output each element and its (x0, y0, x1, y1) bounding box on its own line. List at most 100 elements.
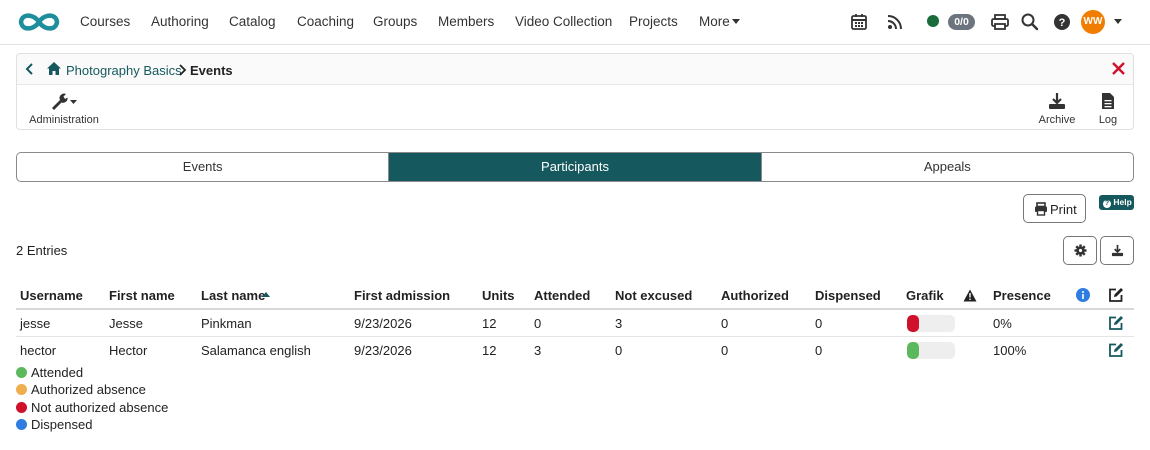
column-header-dispensed[interactable]: Dispensed (815, 288, 881, 303)
cell-attended: 3 (534, 343, 542, 358)
cell-not-excused: 0 (615, 343, 623, 358)
column-header-grafik[interactable]: Grafik (906, 288, 944, 303)
calendar-icon[interactable] (849, 12, 869, 32)
help-circle-icon: ? (1103, 200, 1111, 208)
back-chevron-icon[interactable] (23, 62, 37, 76)
search-icon[interactable] (1020, 12, 1040, 32)
gear-icon (1074, 244, 1087, 257)
column-header-attended[interactable]: Attended (534, 288, 590, 303)
nav-projects[interactable]: Projects (629, 14, 678, 29)
top-navigation: Courses Authoring Catalog Coaching Group… (0, 0, 1150, 45)
sort-ascending-icon[interactable] (262, 292, 270, 297)
breadcrumb-separator-icon (179, 64, 187, 76)
column-header-units[interactable]: Units (482, 288, 515, 303)
cell-first-name: Jesse (109, 316, 143, 331)
cell-first-admission: 9/23/2026 (354, 316, 412, 331)
info-icon[interactable] (1076, 288, 1090, 302)
legend-dot-icon (16, 367, 27, 378)
column-header-last-name[interactable]: Last name (201, 288, 265, 303)
cell-authorized: 0 (721, 316, 729, 331)
table-settings-button[interactable] (1063, 236, 1097, 265)
cell-presence: 100% (993, 343, 1027, 358)
file-icon (1102, 93, 1114, 109)
rss-icon[interactable] (885, 12, 905, 32)
table-header-divider (16, 308, 1134, 310)
archive-button[interactable]: Archive (1033, 92, 1081, 126)
cell-presence: 0% (993, 316, 1012, 331)
archive-label: Archive (1038, 114, 1076, 126)
home-icon[interactable] (46, 61, 62, 76)
legend-label: Authorized absence (31, 382, 146, 397)
cell-not-excused: 3 (615, 316, 623, 331)
breadcrumb-course-link[interactable]: Photography Basics (66, 63, 182, 78)
cell-dispensed: 0 (815, 343, 823, 358)
column-header-username[interactable]: Username (20, 288, 83, 303)
column-header-authorized[interactable]: Authorized (721, 288, 789, 303)
cell-dispensed: 0 (815, 316, 823, 331)
print-label: Print (1050, 202, 1077, 217)
administration-label: Administration (29, 114, 99, 126)
breadcrumb-current: Events (190, 63, 233, 78)
warning-icon (963, 289, 977, 302)
entries-count: 2 Entries (16, 243, 68, 258)
column-header-first-admission[interactable]: First admission (354, 288, 450, 303)
nav-groups[interactable]: Groups (373, 14, 417, 29)
nav-authoring[interactable]: Authoring (151, 14, 209, 29)
cell-attended: 0 (534, 316, 542, 331)
close-icon[interactable] (1112, 62, 1125, 75)
legend-dot-icon (16, 419, 27, 430)
presence-bar (907, 342, 955, 359)
tab-appeals[interactable]: Appeals (760, 153, 1133, 181)
legend-label: Dispensed (31, 417, 93, 432)
breadcrumb: Photography Basics Events (17, 54, 1133, 85)
row-divider (16, 336, 1134, 337)
column-header-not-excused[interactable]: Not excused (615, 288, 692, 303)
cell-first-admission: 9/23/2026 (354, 343, 412, 358)
nav-coaching[interactable]: Coaching (297, 14, 354, 29)
log-button[interactable]: Log (1093, 92, 1123, 126)
nav-more[interactable]: More (699, 14, 730, 29)
table-export-button[interactable] (1100, 236, 1134, 265)
help-button[interactable]: ? Help (1099, 195, 1134, 210)
legend-item-authorized-absence: Authorized absence (16, 382, 146, 397)
avatar[interactable]: WW (1081, 10, 1105, 34)
edit-row-icon[interactable] (1108, 315, 1124, 331)
openolat-logo-icon[interactable] (16, 10, 62, 34)
download-icon (1049, 93, 1065, 109)
legend-label: Attended (31, 365, 84, 380)
print-icon (1035, 202, 1047, 216)
tab-events[interactable]: Events (17, 153, 388, 181)
print-button[interactable]: Print (1023, 194, 1086, 223)
segment-tabs: Events Participants Appeals (16, 152, 1134, 182)
download-icon (1111, 244, 1124, 257)
presence-bar-fill (907, 342, 919, 359)
svg-text:?: ? (1059, 17, 1066, 29)
counter-badge[interactable]: 0/0 (948, 14, 975, 30)
legend-item-dispensed: Dispensed (16, 417, 92, 432)
cell-units: 12 (482, 316, 497, 331)
presence-bar-fill (907, 315, 919, 332)
nav-catalog[interactable]: Catalog (229, 14, 276, 29)
cell-units: 12 (482, 343, 497, 358)
print-icon[interactable] (990, 12, 1010, 32)
edit-row-icon[interactable] (1108, 342, 1124, 358)
nav-members[interactable]: Members (438, 14, 494, 29)
cell-username: jesse (20, 316, 51, 331)
edit-icon[interactable] (1108, 287, 1124, 303)
cell-first-name: Hector (109, 343, 148, 358)
log-label: Log (1098, 114, 1118, 126)
help-icon[interactable]: ? (1052, 12, 1072, 32)
user-menu-chevron-icon[interactable] (1114, 19, 1122, 24)
legend-dot-icon (16, 384, 27, 395)
column-header-first-name[interactable]: First name (109, 288, 175, 303)
course-toolbar: Photography Basics Events Administration… (16, 53, 1134, 130)
legend-dot-icon (16, 402, 27, 413)
online-status-icon[interactable] (927, 15, 939, 27)
nav-courses[interactable]: Courses (80, 14, 130, 29)
help-label: Help (1113, 197, 1132, 207)
column-header-presence[interactable]: Presence (993, 288, 1051, 303)
nav-video-collection[interactable]: Video Collection (515, 14, 612, 29)
administration-button[interactable]: Administration (29, 92, 99, 126)
tab-participants[interactable]: Participants (388, 153, 761, 181)
cell-last-name: Pinkman (201, 316, 252, 331)
